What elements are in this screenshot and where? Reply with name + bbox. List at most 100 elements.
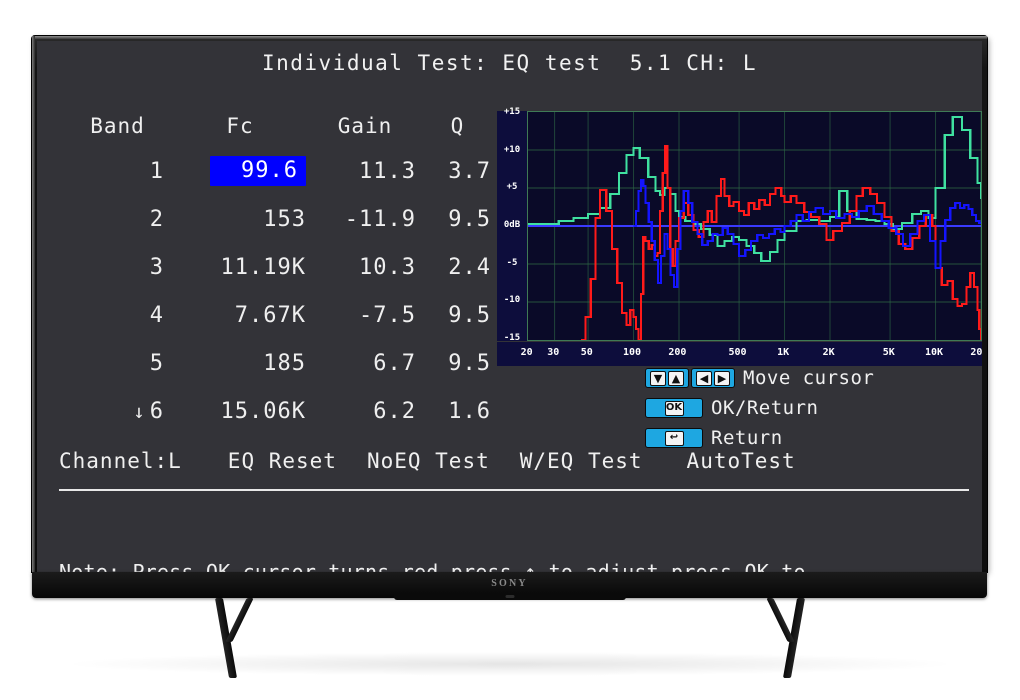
brand-logo: SONY [491, 578, 528, 589]
cell-fc[interactable]: 153 [170, 207, 310, 232]
scroll-down-arrow-icon: ↓ [133, 400, 146, 423]
legend-row-ok: OK OK/Return [645, 393, 874, 423]
return-button-group[interactable]: ↩ [645, 428, 703, 448]
eq-table: Band Fc Gain Q 1 99.6 11.3 3.7 2 153 -11.9 9.5 3… [65, 105, 495, 435]
x-axis-tick: 1K [777, 347, 790, 358]
note-line-1: Note: Press OK,cursor turns red,press ↕ … [59, 560, 806, 572]
cell-band: 3 [149, 254, 164, 280]
stand-leg-left-brace [225, 598, 254, 642]
column-header-q: Q [450, 114, 465, 138]
column-header-fc: Fc [226, 114, 254, 138]
ok-button-icon[interactable]: OK [645, 398, 703, 418]
control-legend: ▼ ▲ ◀ ▶ Move cursor OK OK/Return ↩ Retur… [645, 363, 874, 453]
x-axis-tick: 50 [580, 347, 593, 358]
column-header-gain: Gain [337, 114, 393, 138]
cell-fc[interactable]: 185 [170, 351, 310, 376]
bottom-menu-bar: Channel:L EQ Reset NoEQ Test W/EQ Test AutoT… [59, 449, 971, 473]
chart-series [633, 178, 981, 289]
leftright-arrows-icon[interactable]: ◀ ▶ [691, 368, 735, 388]
selected-value-highlight[interactable]: 99.6 [210, 156, 306, 186]
cell-band: 1 [149, 158, 164, 184]
ir-receiver-dot [505, 595, 514, 598]
right-arrow-icon[interactable]: ▶ [714, 370, 730, 386]
column-header-band: Band [90, 114, 145, 138]
x-axis-tick: 20K [970, 347, 982, 358]
chart-svg [528, 112, 981, 340]
cell-q[interactable]: 9.5 [420, 207, 495, 232]
ir-receiver-bar [393, 593, 626, 600]
table-row[interactable]: ↓ 6 15.06K 6.2 1.6 [65, 387, 495, 435]
return-button-icon[interactable]: ↩ [645, 428, 703, 448]
cell-band: 4 [149, 302, 164, 328]
cell-q[interactable]: 3.7 [420, 159, 495, 184]
x-axis-tick: 200 [668, 347, 687, 358]
cell-band: ↓ 6 [133, 398, 164, 424]
cell-band: 2 [149, 206, 164, 232]
tv-frame: Individual Test: EQ test 5.1 CH: L Band … [32, 36, 987, 572]
ok-key-glyph[interactable]: OK [664, 400, 684, 416]
note-text: Note: Press OK,cursor turns red,press ↕ … [59, 497, 979, 572]
cell-fc[interactable]: 99.6 [170, 156, 310, 186]
x-axis-tick: 10K [924, 347, 943, 358]
updown-arrows-icon[interactable]: ▼ ▲ [645, 368, 689, 388]
table-row[interactable]: 4 7.67K -7.5 9.5 [65, 291, 495, 339]
legend-row-move: ▼ ▲ ◀ ▶ Move cursor [645, 363, 874, 393]
stand-leg-right-brace [766, 598, 795, 642]
x-axis-tick: 20 [520, 347, 533, 358]
ok-button-group[interactable]: OK [645, 398, 703, 418]
menu-item-w-eq-test[interactable]: W/EQ Test [520, 449, 643, 473]
tv-bottom-bezel: SONY [32, 572, 987, 600]
x-axis-tick: 2K [822, 347, 835, 358]
y-axis-tick: +15 [503, 107, 521, 117]
table-row[interactable]: 1 99.6 11.3 3.7 [65, 147, 495, 195]
cell-fc[interactable]: 7.67K [170, 303, 310, 328]
back-arrow-icon[interactable]: ↩ [664, 430, 684, 446]
cell-gain[interactable]: -11.9 [310, 207, 420, 232]
cell-gain[interactable]: 11.3 [310, 159, 420, 184]
screenshot-root: Individual Test: EQ test 5.1 CH: L Band … [0, 0, 1020, 700]
x-axis-tick: 100 [622, 347, 641, 358]
cell-gain[interactable]: 6.7 [310, 351, 420, 376]
chart-y-axis: +15 +10 +5 0dB -5 -10 -15 [497, 107, 527, 343]
dpad-buttons[interactable]: ▼ ▲ ◀ ▶ [645, 368, 735, 388]
cell-fc[interactable]: 11.19K [170, 255, 310, 280]
table-row[interactable]: 2 153 -11.9 9.5 [65, 195, 495, 243]
cell-q[interactable]: 1.6 [420, 399, 495, 424]
menu-item-channel-l[interactable]: Channel:L [59, 449, 182, 473]
up-arrow-icon[interactable]: ▲ [668, 370, 684, 386]
x-axis-tick: 5K [882, 347, 895, 358]
menu-item-noeq-test[interactable]: NoEQ Test [367, 449, 490, 473]
cell-gain[interactable]: -7.5 [310, 303, 420, 328]
menu-item-eq-reset[interactable]: EQ Reset [228, 449, 337, 473]
legend-label-ok-return: OK/Return [711, 397, 819, 419]
table-row[interactable]: 5 185 6.7 9.5 [65, 339, 495, 387]
note-divider [59, 489, 969, 491]
y-axis-tick: +5 [506, 182, 518, 193]
table-header-row: Band Fc Gain Q [65, 105, 495, 147]
cell-fc[interactable]: 15.06K [170, 399, 310, 424]
cell-gain[interactable]: 10.3 [310, 255, 420, 280]
legend-label-return: Return [711, 427, 783, 449]
x-axis-tick: 500 [728, 347, 747, 358]
menu-item-autotest[interactable]: AutoTest [687, 449, 796, 473]
eq-row-container: 1 99.6 11.3 3.7 2 153 -11.9 9.5 3 11.19K 10.3 2.4 4 7… [65, 147, 495, 435]
cell-q[interactable]: 9.5 [420, 303, 495, 328]
left-arrow-icon[interactable]: ◀ [696, 370, 712, 386]
cell-gain[interactable]: 6.2 [310, 399, 420, 424]
legend-label-move-cursor: Move cursor [743, 367, 875, 389]
y-axis-tick: 0dB [503, 220, 521, 230]
cell-band: 5 [149, 350, 164, 376]
y-axis-tick: -5 [506, 257, 518, 268]
page-title: Individual Test: EQ test 5.1 CH: L [261, 51, 757, 75]
cell-q[interactable]: 9.5 [420, 351, 495, 376]
floor-shadow [60, 652, 960, 676]
x-axis-tick: 30 [547, 347, 560, 358]
table-row[interactable]: 3 11.19K 10.3 2.4 [65, 243, 495, 291]
cell-q[interactable]: 2.4 [420, 255, 495, 280]
y-axis-tick: -10 [503, 295, 521, 306]
eq-response-chart [527, 111, 982, 341]
y-axis-tick: +10 [503, 144, 521, 155]
tv-screen: Individual Test: EQ test 5.1 CH: L Band … [37, 41, 982, 572]
chart-series [581, 144, 981, 340]
down-arrow-icon[interactable]: ▼ [650, 370, 666, 386]
